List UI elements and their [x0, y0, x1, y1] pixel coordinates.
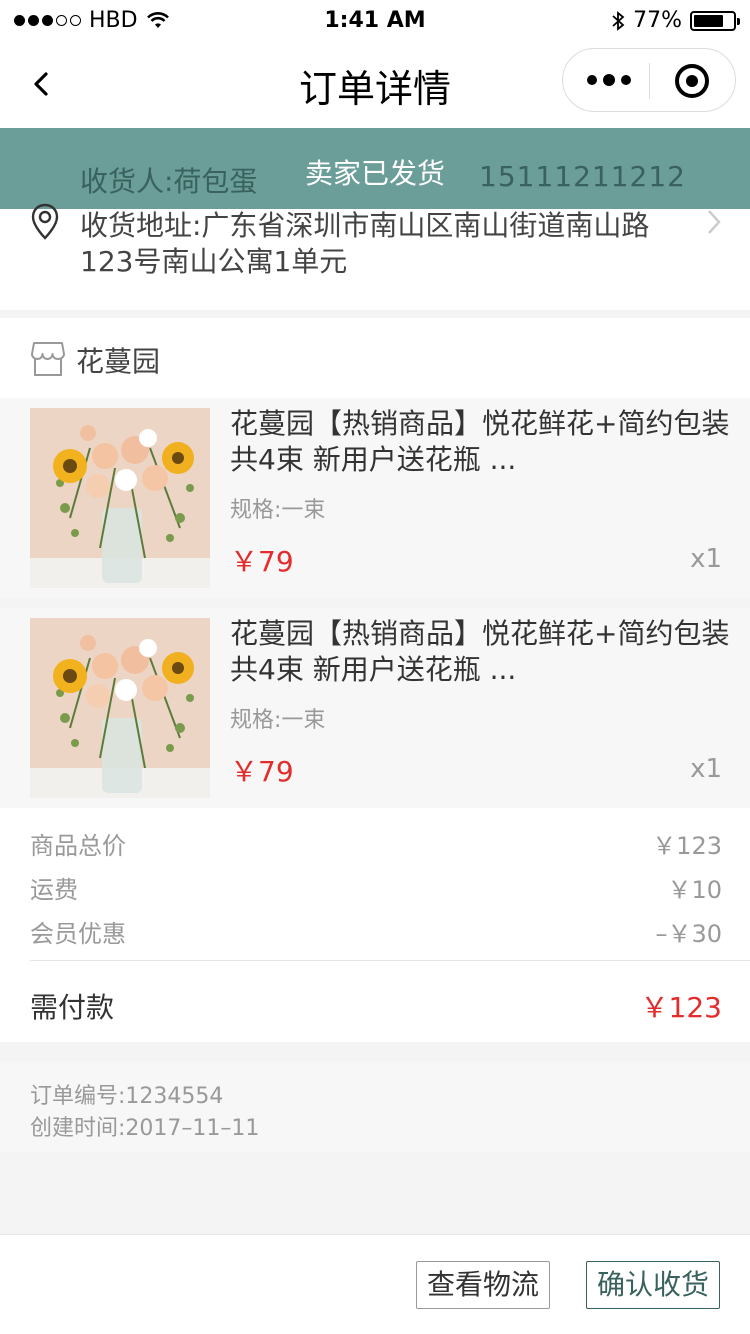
goods-total-label: 商品总价	[30, 832, 126, 860]
status-bar: HBD 1:41 AM 77%	[0, 0, 750, 40]
shop-header[interactable]: 花蔓园	[0, 318, 750, 398]
product-spec: 规格:一束	[230, 708, 326, 733]
discount-row: 会员优惠 –￥30	[30, 914, 722, 949]
status-right: 77%	[611, 8, 740, 33]
amount-due-row: 需付款 ￥123	[30, 986, 722, 1026]
address-section[interactable]: 收货人:荷包蛋 卖家已发货 15111211212 收货地址:广东省深圳市南山区…	[0, 128, 750, 310]
shipping-value: ￥10	[667, 876, 722, 904]
discount-label: 会员优惠	[30, 920, 126, 948]
close-target-icon[interactable]	[675, 64, 709, 98]
location-pin-icon	[31, 203, 59, 240]
order-info: 订单编号:1234554 创建时间:2017–11–11	[0, 1062, 750, 1152]
battery-icon	[690, 10, 740, 31]
shipping-label: 运费	[30, 876, 78, 904]
goods-total-row: 商品总价 ￥123	[30, 826, 722, 861]
product-title: 花蔓园【热销商品】悦花鲜花+简约包装共4束 新用户送花瓶 ...	[230, 407, 730, 476]
nav-bar: 订单详情	[0, 40, 750, 128]
product-quantity: x1	[690, 544, 722, 574]
order-created-time: 创建时间:2017–11–11	[30, 1116, 260, 1141]
product-image	[30, 618, 210, 798]
view-logistics-button[interactable]: 查看物流	[415, 1261, 550, 1309]
discount-value: –￥30	[655, 920, 722, 948]
shop-icon	[31, 342, 65, 376]
mini-program-capsule	[562, 48, 736, 112]
battery-percent: 77%	[633, 8, 682, 33]
confirm-receipt-button[interactable]: 确认收货	[585, 1261, 720, 1309]
action-bar: 查看物流 确认收货	[0, 1234, 750, 1334]
product-price: ￥79	[230, 545, 294, 578]
price-summary: 商品总价 ￥123 运费 ￥10 会员优惠 –￥30 需付款 ￥123	[0, 808, 750, 1042]
divider	[30, 960, 750, 961]
product-title: 花蔓园【热销商品】悦花鲜花+简约包装共4束 新用户送花瓶 ...	[230, 617, 730, 686]
more-icon[interactable]	[587, 74, 631, 86]
battery-level	[694, 14, 724, 27]
product-quantity: x1	[690, 754, 722, 784]
product-spec: 规格:一束	[230, 498, 326, 523]
shop-name: 花蔓园	[76, 345, 161, 378]
product-price: ￥79	[230, 755, 294, 788]
shipping-address: 收货地址:广东省深圳市南山区南山街道南山路123号南山公寓1单元	[80, 209, 650, 278]
chevron-right-icon	[708, 210, 721, 234]
amount-due-label: 需付款	[30, 991, 115, 1024]
order-item[interactable]: 花蔓园【热销商品】悦花鲜花+简约包装共4束 新用户送花瓶 ... 规格:一束 ￥…	[0, 398, 750, 598]
shipping-row: 运费 ￥10	[30, 870, 722, 905]
capsule-divider	[649, 63, 650, 99]
order-number: 订单编号:1234554	[30, 1084, 224, 1109]
product-image	[30, 408, 210, 588]
bluetooth-icon	[612, 10, 625, 31]
order-item[interactable]: 花蔓园【热销商品】悦花鲜花+简约包装共4束 新用户送花瓶 ... 规格:一束 ￥…	[0, 608, 750, 808]
goods-total-value: ￥123	[652, 832, 722, 860]
receiver-phone: 15111211212	[479, 160, 686, 193]
amount-due-value: ￥123	[640, 991, 722, 1024]
